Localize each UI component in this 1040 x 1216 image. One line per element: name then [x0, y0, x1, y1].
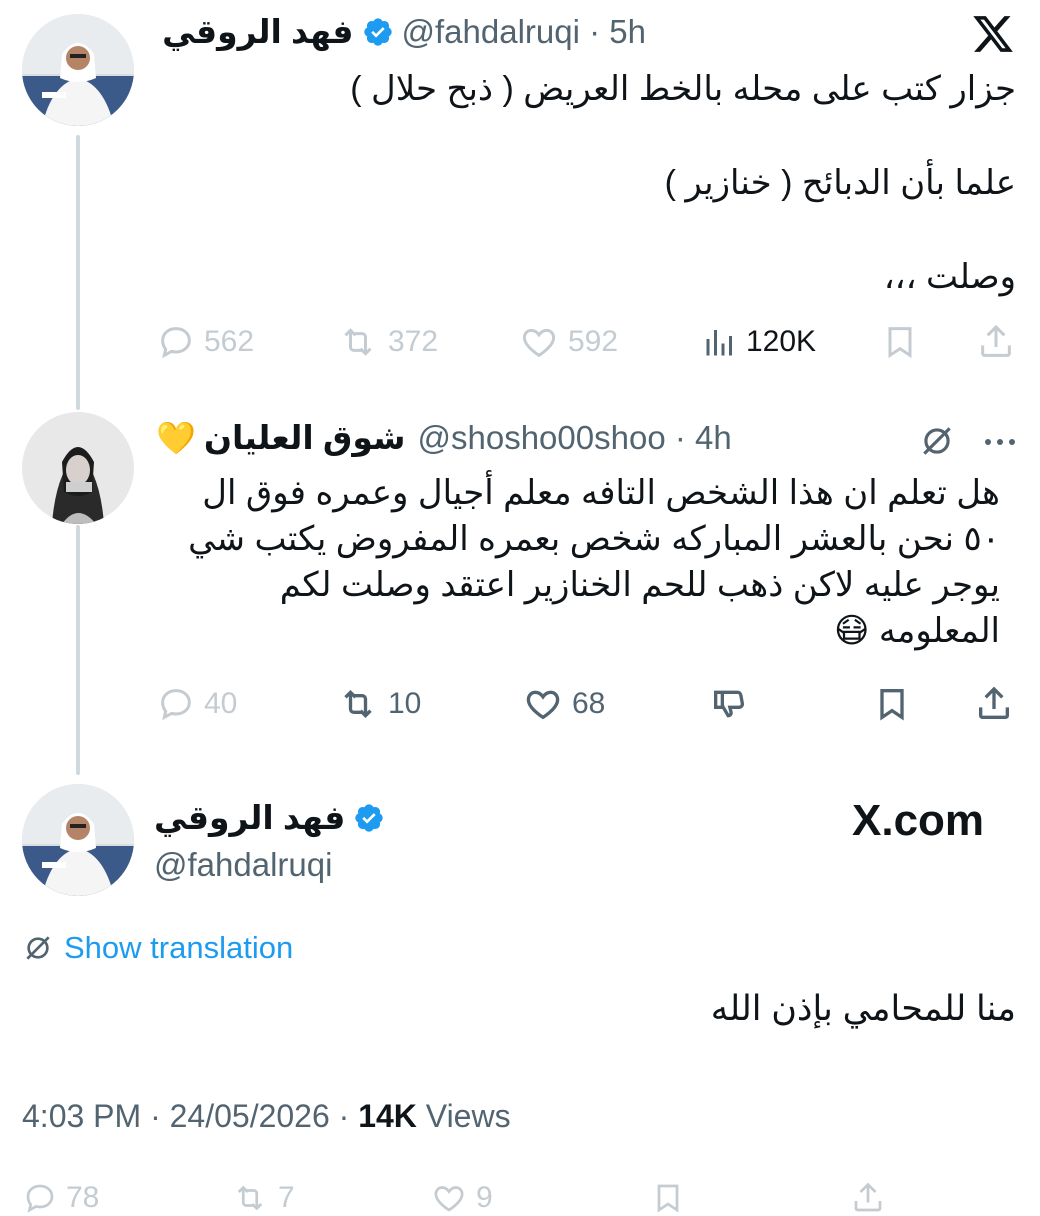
- reply-count: 40: [204, 687, 238, 720]
- tweet2-time[interactable]: 4h: [695, 419, 732, 456]
- bookmark-button[interactable]: [872, 684, 912, 724]
- tweet1-text: جزار كتب على محله بالخط العريض ( ذبح حلا…: [196, 66, 1016, 300]
- tweet1-header: @fahdalruqi · 5h فهد الروقي: [162, 12, 646, 51]
- avatar[interactable]: [22, 412, 134, 524]
- repost-count: 372: [388, 325, 439, 358]
- share-icon: [981, 324, 1011, 357]
- tweet1-time[interactable]: 5h: [609, 13, 646, 50]
- tweet1-name[interactable]: فهد الروقي: [162, 12, 353, 51]
- dot-separator: ·: [665, 418, 696, 456]
- reply-button[interactable]: 78: [22, 1180, 99, 1216]
- tweet1-handle-time[interactable]: @fahdalruqi · 5h: [402, 13, 647, 51]
- reply-icon: [26, 1184, 54, 1213]
- tweet2-text: هل تعلم ان هذا الشخص التافه معلم أجيال و…: [150, 470, 1000, 654]
- thread-line-2: [76, 525, 80, 775]
- tweet3-handle[interactable]: @fahdalruqi: [154, 846, 332, 884]
- avatar[interactable]: [22, 784, 134, 896]
- tweet3-timestamp-row: 4:03 PM · 24/05/2026 · 14K Views: [22, 1098, 511, 1135]
- share-button[interactable]: [850, 1180, 886, 1216]
- reply-icon: [161, 689, 191, 721]
- bookmark-button[interactable]: [880, 322, 920, 362]
- tweet2-line-2: ٥٠ نحن بالعشر المباركه شخص بعمره المفروض…: [188, 520, 1000, 558]
- bookmark-button[interactable]: [650, 1180, 686, 1216]
- show-translation-label: Show translation: [64, 930, 294, 965]
- reply-button[interactable]: 562: [156, 322, 254, 362]
- like-count: 9: [476, 1181, 493, 1214]
- dislike-button[interactable]: [708, 684, 750, 724]
- tweet1-line-2: علما بأن الدبائح ( خنازير ): [664, 164, 1016, 202]
- translate-icon: [26, 936, 50, 960]
- repost-count: 7: [278, 1181, 295, 1214]
- like-button[interactable]: 9: [430, 1180, 493, 1216]
- tweet1-handle[interactable]: @fahdalruqi: [402, 13, 580, 50]
- translate-icon[interactable]: [918, 422, 956, 465]
- repost-count: 10: [388, 687, 422, 720]
- like-count: 592: [568, 325, 619, 358]
- avatar[interactable]: [22, 14, 134, 126]
- views-chart-icon: [706, 330, 732, 356]
- bookmark-icon: [880, 689, 904, 721]
- verified-badge-icon: [362, 16, 394, 48]
- like-button[interactable]: 592: [518, 322, 618, 362]
- tweet3-name-row: فهد الروقي: [154, 798, 385, 837]
- yellow-heart-icon: 💛: [156, 419, 196, 456]
- x-logo-icon[interactable]: [970, 12, 1018, 56]
- dislike-icon: [714, 690, 744, 718]
- share-button[interactable]: [974, 684, 1014, 724]
- verified-badge-icon: [353, 802, 385, 834]
- repost-icon: [344, 689, 372, 719]
- share-icon: [979, 686, 1009, 719]
- reply-icon: [161, 327, 191, 359]
- views-count: 120K: [746, 325, 817, 358]
- repost-icon: [237, 1185, 263, 1211]
- views-button[interactable]: 120K: [702, 322, 816, 362]
- bookmark-icon: [657, 1184, 679, 1213]
- tweet2-line-1: هل تعلم ان هذا الشخص التافه معلم أجيال و…: [202, 474, 1000, 512]
- like-count: 68: [572, 687, 606, 720]
- tweet2-line-4: المعلومه 😷: [833, 612, 1000, 650]
- heart-icon: [434, 1186, 464, 1212]
- show-translation-link[interactable]: Show translation: [22, 930, 293, 966]
- share-button[interactable]: [976, 322, 1016, 362]
- tweet3-timestamp[interactable]: 4:03 PM · 24/05/2026 ·: [22, 1098, 358, 1134]
- views-label: Views: [416, 1098, 511, 1134]
- views-count: 14K: [358, 1098, 417, 1134]
- tweet2-header: 💛 شوق العليان @shosho00shoo · 4h: [156, 418, 732, 457]
- repost-button[interactable]: 10: [336, 684, 421, 724]
- heart-icon: [522, 328, 556, 358]
- tweet1-line-3: وصلت ،،،: [883, 258, 1016, 296]
- tweet2-line-3: يوجر عليه لاكن ذهب للحم الخنازير اعتقد و…: [279, 566, 1000, 604]
- share-icon: [854, 1182, 882, 1212]
- like-button[interactable]: 68: [522, 684, 605, 724]
- tweet1-line-1: جزار كتب على محله بالخط العريض ( ذبح حلا…: [350, 70, 1016, 108]
- bookmark-icon: [888, 327, 912, 359]
- reply-button[interactable]: 40: [156, 684, 237, 724]
- thread-line: [76, 135, 80, 410]
- tweet2-handle-time[interactable]: @shosho00shoo · 4h: [418, 419, 732, 457]
- dot-separator: ·: [579, 12, 610, 50]
- reply-count: 562: [204, 325, 255, 358]
- reply-count: 78: [66, 1181, 100, 1214]
- tweet3-text: منا للمحامي بإذن الله: [710, 989, 1016, 1028]
- repost-icon: [344, 328, 372, 356]
- repost-button[interactable]: 7: [230, 1180, 295, 1216]
- tweet3-name[interactable]: فهد الروقي: [154, 798, 345, 837]
- repost-button[interactable]: 372: [336, 322, 438, 362]
- tweet2-handle[interactable]: @shosho00shoo: [418, 419, 666, 456]
- tweet2-name[interactable]: شوق العليان: [204, 418, 406, 457]
- brand-x-com: X.com: [852, 796, 985, 845]
- more-icon[interactable]: [982, 430, 1018, 459]
- heart-icon: [526, 690, 560, 720]
